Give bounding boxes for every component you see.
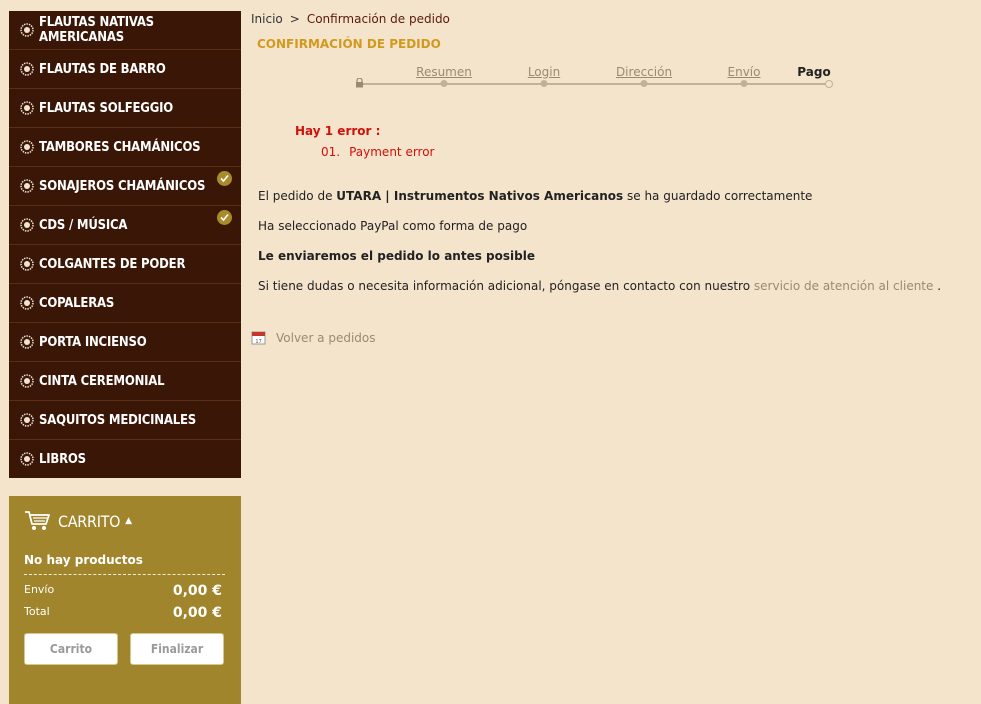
step-direccion[interactable]: Dirección (616, 65, 672, 79)
expand-check-icon[interactable] (217, 171, 232, 186)
menu-item-label: COPALERAS (39, 295, 115, 311)
sun-bullet-icon (20, 296, 34, 310)
menu-item-label: SONAJEROS CHAMÁNICOS (39, 178, 206, 194)
menu-item-label: TAMBORES CHAMÁNICOS (39, 139, 201, 155)
sun-bullet-icon (20, 374, 34, 388)
payment-method-message: Ha seleccionado PayPal como forma de pag… (258, 219, 528, 233)
step-pago: Pago (797, 65, 831, 79)
cart-block: CARRITO ▲ No hay productos Envío 0,00 € … (9, 496, 241, 704)
sun-bullet-icon (20, 140, 34, 154)
menu-item-label: FLAUTAS SOLFEGGIO (39, 100, 173, 116)
lock-icon (356, 78, 363, 88)
customer-service-link[interactable]: servicio de atención al cliente (754, 279, 934, 293)
menu-item-porta-incienso[interactable]: PORTA INCIENSO (9, 323, 241, 362)
breadcrumb-home-link[interactable]: Inicio (251, 12, 283, 26)
menu-item-label: CINTA CEREMONIAL (39, 373, 165, 389)
page-title: CONFIRMACIÓN DE PEDIDO (257, 37, 441, 51)
step-dot (640, 80, 648, 87)
breadcrumb: Inicio > Confirmación de pedido (251, 12, 450, 26)
shop-name: UTARA | Instrumentos Nativos Americanos (336, 189, 624, 203)
shipping-value: 0,00 € (172, 583, 222, 599)
cart-header[interactable]: CARRITO ▲ (24, 510, 132, 532)
sun-bullet-icon (20, 452, 34, 466)
menu-item-label: COLGANTES DE PODER (39, 256, 186, 272)
contact-message: Si tiene dudas o necesita información ad… (258, 279, 941, 293)
menu-item-label: LIBROS (39, 451, 86, 467)
menu-item-cinta[interactable]: CINTA CEREMONIAL (9, 362, 241, 401)
cart-total-row: Total 0,00 € (24, 605, 222, 621)
menu-item-label: FLAUTAS DE BARRO (39, 61, 166, 77)
menu-item-flautas-barro[interactable]: FLAUTAS DE BARRO (9, 50, 241, 89)
menu-item-label: PORTA INCIENSO (39, 334, 147, 350)
sun-bullet-icon (20, 218, 34, 232)
menu-item-label: SAQUITOS MEDICINALES (39, 412, 197, 428)
error-item: 01. Payment error (321, 145, 435, 159)
expand-check-icon[interactable] (217, 210, 232, 225)
error-text: Payment error (349, 145, 435, 159)
sun-bullet-icon (20, 62, 34, 76)
order-saved-message: El pedido de UTARA | Instrumentos Nativo… (258, 189, 812, 203)
total-label: Total (24, 605, 50, 618)
svg-text:17: 17 (255, 339, 261, 345)
menu-item-saquitos[interactable]: SAQUITOS MEDICINALES (9, 401, 241, 440)
shopping-cart-icon (25, 511, 50, 530)
sun-bullet-icon (20, 23, 34, 37)
step-envio[interactable]: Envío (728, 65, 761, 79)
checkout-button[interactable]: Finalizar (130, 633, 224, 665)
contact-prefix: Si tiene dudas o necesita información ad… (258, 279, 751, 293)
step-login[interactable]: Login (528, 65, 560, 79)
cart-shipping-row: Envío 0,00 € (24, 583, 222, 599)
contact-suffix: . (937, 279, 942, 293)
menu-item-flautas-solfeggio[interactable]: FLAUTAS SOLFEGGIO (9, 89, 241, 128)
step-dot-current (825, 80, 833, 88)
step-resumen[interactable]: Resumen (416, 65, 472, 79)
calendar-icon: 17 (251, 331, 266, 345)
breadcrumb-separator: > (289, 12, 300, 26)
menu-item-tambores[interactable]: TAMBORES CHAMÁNICOS (9, 128, 241, 167)
saved-suffix: se ha guardado correctamente (627, 189, 813, 203)
menu-item-label: CDS / MÚSICA (39, 217, 128, 233)
shipping-label: Envío (24, 583, 55, 596)
error-number: 01. (321, 145, 341, 159)
sidebar: FLAUTAS NATIVAS AMERICANAS FLAUTAS DE BA… (9, 11, 241, 704)
menu-item-cds-musica[interactable]: CDS / MÚSICA (9, 206, 241, 245)
menu-item-sonajeros[interactable]: SONAJEROS CHAMÁNICOS (9, 167, 241, 206)
menu-item-libros[interactable]: LIBROS (9, 440, 241, 478)
menu-item-flautas-nativas[interactable]: FLAUTAS NATIVAS AMERICANAS (9, 11, 241, 50)
step-dot (740, 80, 748, 87)
steps-progress-line (359, 83, 831, 85)
checkout-steps: Resumen Login Dirección Envío Pago (355, 64, 835, 94)
saved-prefix: El pedido de (258, 189, 333, 203)
menu-item-copaleras[interactable]: COPALERAS (9, 284, 241, 323)
step-dot (540, 80, 548, 87)
sun-bullet-icon (20, 179, 34, 193)
cart-button[interactable]: Carrito (24, 633, 118, 665)
step-dot (440, 80, 448, 87)
menu-item-label: FLAUTAS NATIVAS AMERICANAS (39, 15, 154, 45)
sun-bullet-icon (20, 257, 34, 271)
back-to-orders-link[interactable]: Volver a pedidos (276, 331, 376, 345)
error-title: Hay 1 error : (295, 124, 381, 138)
cart-title: CARRITO (58, 511, 121, 531)
caret-up-icon: ▲ (125, 516, 133, 526)
category-menu: FLAUTAS NATIVAS AMERICANAS FLAUTAS DE BA… (9, 11, 241, 478)
sun-bullet-icon (20, 413, 34, 427)
sun-bullet-icon (20, 335, 34, 349)
cart-divider (24, 574, 225, 575)
menu-item-colgantes[interactable]: COLGANTES DE PODER (9, 245, 241, 284)
back-to-orders: 17 Volver a pedidos (251, 330, 376, 345)
total-value: 0,00 € (172, 605, 222, 621)
sun-bullet-icon (20, 101, 34, 115)
shipping-notice: Le enviaremos el pedido lo antes posible (258, 249, 535, 263)
cart-empty-text: No hay productos (24, 553, 143, 567)
breadcrumb-current: Confirmación de pedido (306, 12, 450, 26)
